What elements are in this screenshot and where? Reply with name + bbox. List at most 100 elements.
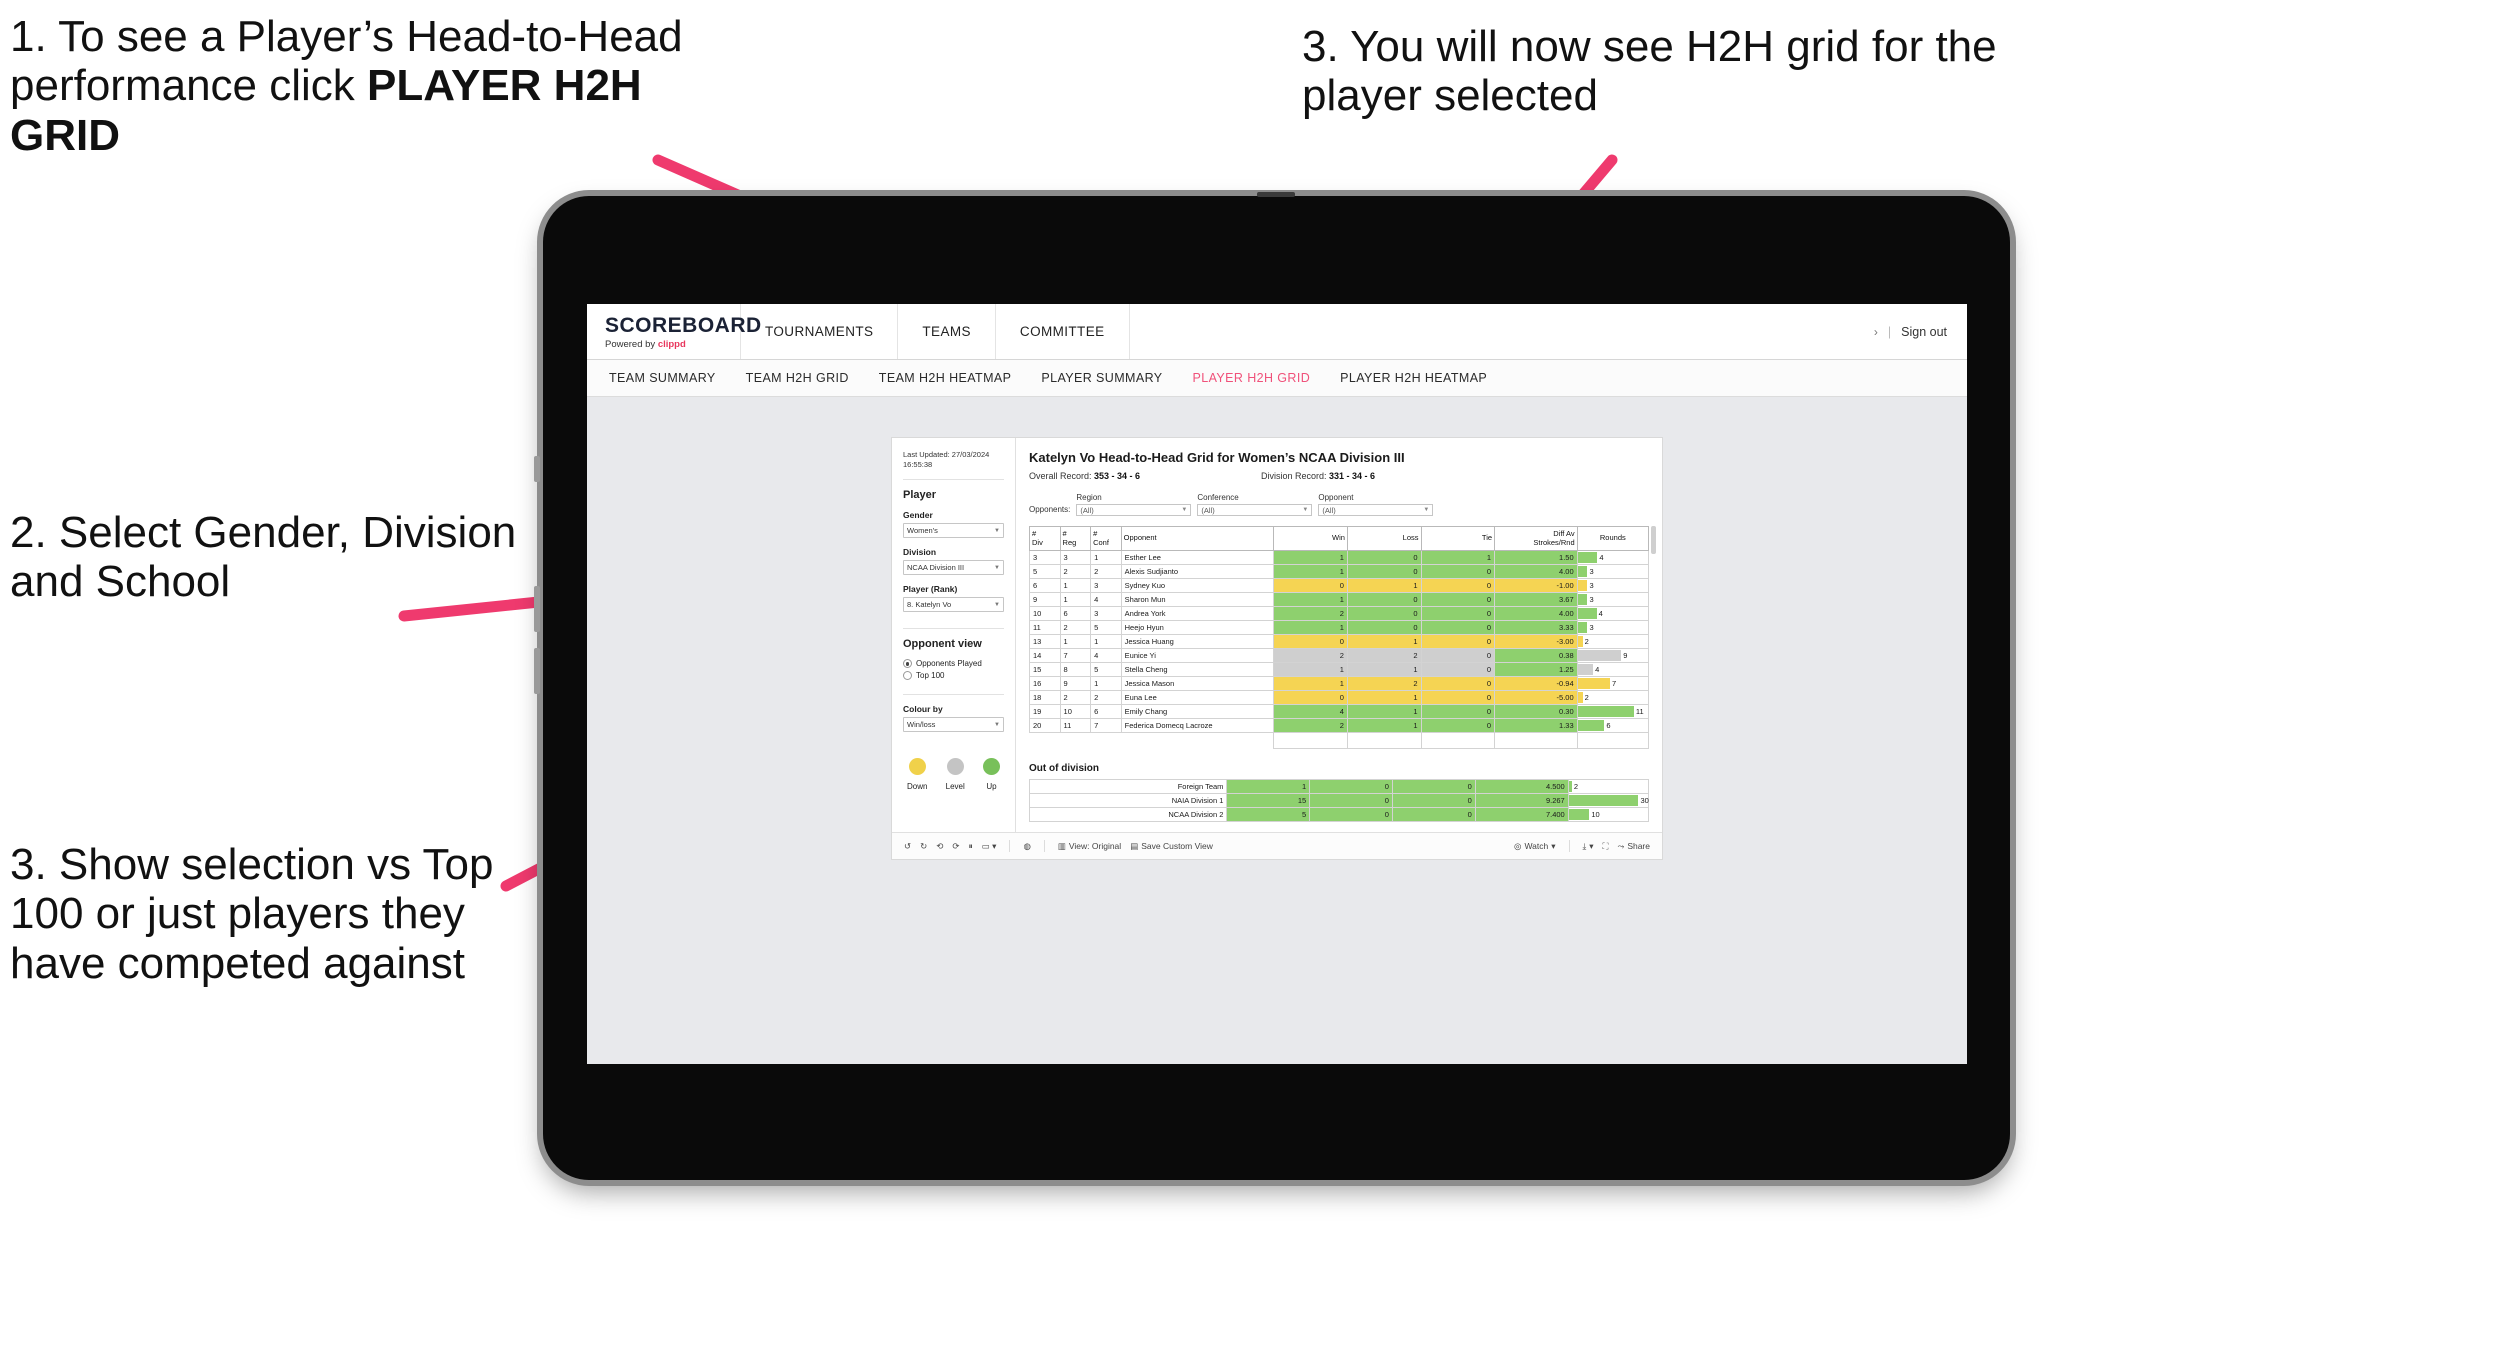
chevron-down-icon: ▼ [994,601,1000,608]
table-row[interactable]: 18 2 2 Euna Lee 0 1 0 -5.00 2 [1029,690,1650,706]
table-row[interactable]: 9 1 4 Sharon Mun 1 0 0 3.67 3 [1029,592,1650,608]
download-icon: ⤓ [1582,841,1587,851]
viz-main: Katelyn Vo Head-to-Head Grid for Women’s… [1016,438,1662,832]
mode-dropdown-icon[interactable]: ▭ ▾ [982,841,997,852]
tab-player-h2h-heatmap[interactable]: PLAYER H2H HEATMAP [1340,371,1487,385]
chevron-down-icon: ▼ [994,527,1000,534]
tab-team-summary[interactable]: TEAM SUMMARY [609,371,716,385]
chevron-down-icon: ▼ [994,564,1000,571]
pause-icon[interactable]: ⏸ [969,841,973,852]
out-of-division-title: Out of division [1029,763,1099,775]
highlight-icon[interactable]: ◍ [1023,841,1030,852]
cell-opponent: Stella Cheng [1120,662,1275,678]
tablet-button-volume-down [534,648,540,694]
table-row[interactable]: 20 11 7 Federica Domecq Lacroze 2 1 0 1.33 6 [1029,718,1650,734]
radio-top-100[interactable]: Top 100 [903,671,1004,681]
cell-ood-tie: 0 [1391,793,1476,809]
cell-num-div: 13 [1029,634,1061,650]
cell-rounds: 2 [1576,634,1650,650]
nav-item-teams[interactable]: TEAMS [898,304,996,359]
tab-player-summary[interactable]: PLAYER SUMMARY [1041,371,1162,385]
header-spacer [1130,304,1874,359]
fullscreen-button[interactable]: ⛶ [1603,842,1609,851]
watch-button[interactable]: ◎ Watch ▾ [1514,841,1555,851]
tablet-button-power [534,456,540,482]
cell-num-reg: 3 [1059,550,1092,566]
legend-label-level: Level [945,782,965,792]
grid-title: Katelyn Vo Head-to-Head Grid for Women’s… [1029,450,1405,465]
cell-tie: 0 [1420,704,1496,720]
revert-icon[interactable]: ⟲ [936,841,943,852]
nav-item-committee[interactable]: COMMITTEE [996,304,1130,359]
table-row[interactable]: 19 10 6 Emily Chang 4 1 0 0.30 11 [1029,704,1650,720]
cell-win: 1 [1273,550,1348,566]
cell-ood-diff: 9.267 [1474,793,1569,809]
cell-win: 1 [1273,592,1348,608]
cell-rounds: 11 [1576,704,1650,720]
h2h-table: # Div # Reg # Conf Opponent Win Loss Tie Di… [1029,525,1650,750]
out-of-division-row[interactable]: Foreign Team 1 0 0 4.500 2 [1028,779,1650,795]
col-win: Win [1273,525,1348,552]
cell-num-div: 18 [1029,690,1061,706]
cell-ood-loss: 0 [1309,779,1393,795]
table-row[interactable]: 14 7 4 Eunice Yi 2 2 0 0.38 9 [1029,648,1650,664]
division-record-label: Division Record: [1261,471,1330,481]
divider [903,479,1004,481]
conference-filter-select[interactable]: (All) ▼ [1197,504,1313,516]
player-rank-filter-select[interactable]: 8. Katelyn Vo ▼ [903,597,1004,613]
gender-filter-select[interactable]: Women's ▼ [903,523,1004,539]
cell-num-reg: 1 [1059,592,1092,608]
division-filter-select[interactable]: NCAA Division III ▼ [903,560,1004,576]
refresh-icon[interactable]: ⟳ [952,841,959,852]
chevron-right-icon[interactable]: › [1874,325,1878,339]
table-row[interactable]: 3 3 1 Esther Lee 1 0 1 1.50 4 [1029,550,1650,566]
redo-icon[interactable]: ↻ [920,841,927,852]
colour-by-select[interactable]: Win/loss ▼ [903,717,1004,733]
table-row[interactable]: 11 2 5 Heejo Hyun 1 0 0 3.33 3 [1029,620,1650,636]
cell-num-reg: 11 [1059,718,1092,734]
region-filter-select[interactable]: (All) ▼ [1076,504,1192,516]
tableau-viz: Last Updated: 27/03/2024 16:55:38 Player… [891,437,1663,861]
radio-icon [903,671,912,681]
table-row[interactable]: 15 8 5 Stella Cheng 1 1 0 1.25 4 [1029,662,1650,678]
table-row[interactable]: 16 9 1 Jessica Mason 1 2 0 -0.94 7 [1029,676,1650,692]
last-updated-text: Last Updated: 27/03/2024 16:55:38 [903,450,990,470]
cell-rounds: 6 [1576,718,1650,734]
opponent-filter-select[interactable]: (All) ▼ [1318,504,1434,516]
radio-opponents-played[interactable]: Opponents Played [903,659,1004,669]
cell-num-div: 9 [1029,592,1061,608]
cell-diff-av-strokes: 1.33 [1494,718,1578,734]
cell-tie: 0 [1420,662,1496,678]
out-of-division-row[interactable]: NAIA Division 1 15 0 0 9.267 30 [1028,793,1650,809]
undo-icon[interactable]: ↺ [904,841,911,852]
share-button[interactable]: ⤳ Share [1618,841,1651,851]
cell-tie: 0 [1420,564,1496,580]
brand-logo[interactable]: SCOREBOARD Powered by clippd [587,304,761,359]
cell-loss: 0 [1346,620,1422,636]
cell-num-reg: 10 [1059,704,1092,720]
out-of-division-row[interactable]: NCAA Division 2 5 0 0 7.400 10 [1028,807,1650,823]
download-button[interactable]: ⤓ ▾ [1583,842,1594,851]
cell-tie: 0 [1420,634,1496,650]
legend-dot-down [908,758,926,776]
view-original-button[interactable]: ▥ View: Original [1058,841,1121,851]
nav-item-tournaments[interactable]: TOURNAMENTS [741,304,899,359]
legend-label-up: Up [986,782,997,792]
table-row[interactable]: 6 1 3 Sydney Kuo 0 1 0 -1.00 3 [1029,578,1650,594]
annotation-2: 2. Select Gender, Division and School [10,508,517,607]
tab-team-h2h-grid[interactable]: TEAM H2H GRID [746,371,849,385]
save-custom-view-button[interactable]: ▤ Save Custom View [1130,841,1213,851]
share-label: Share [1627,841,1650,852]
tab-player-h2h-grid[interactable]: PLAYER H2H GRID [1193,371,1311,385]
sign-out-link[interactable]: Sign out [1901,325,1947,339]
vertical-scrollbar[interactable] [1651,526,1656,554]
table-row[interactable]: 10 6 3 Andrea York 2 0 0 4.00 4 [1029,606,1650,622]
table-row[interactable]: 13 1 1 Jessica Huang 0 1 0 -3.00 2 [1029,634,1650,650]
col-opponent: Opponent [1120,525,1275,552]
table-row[interactable]: 5 2 2 Alexis Sudjianto 1 0 0 4.00 3 [1029,564,1650,580]
col-diff-av-strokes: Diff Av Strokes/Rnd [1494,525,1578,552]
save-custom-view-label: Save Custom View [1141,841,1213,852]
region-filter-label: Region [1076,493,1102,502]
tab-team-h2h-heatmap[interactable]: TEAM H2H HEATMAP [879,371,1012,385]
cell-ood-tie: 0 [1391,779,1476,795]
